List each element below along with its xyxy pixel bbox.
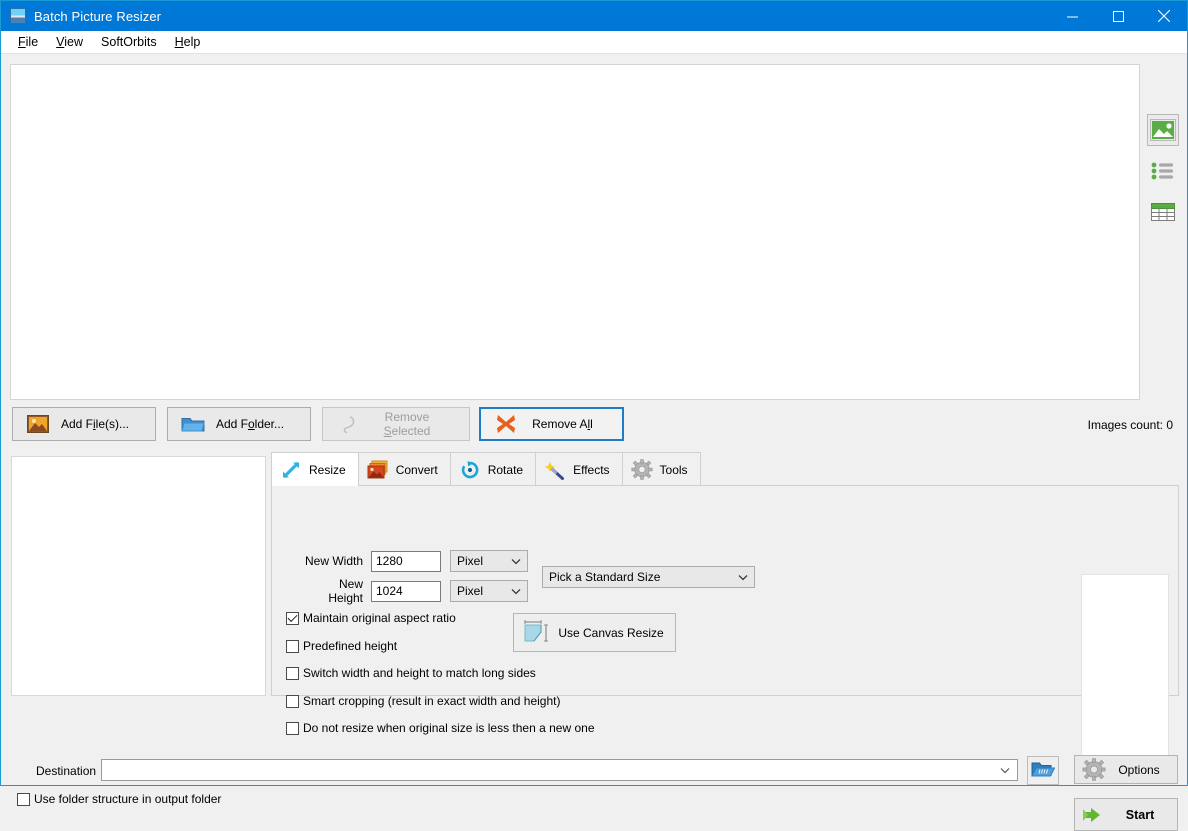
images-count-label: Images count: 0 — [1087, 418, 1173, 432]
main-body: Add File(s)... Add Folder... Remove Sele… — [1, 54, 1188, 831]
open-folder-icon — [1031, 760, 1056, 782]
standard-size-value: Pick a Standard Size — [549, 570, 661, 584]
add-folder-label: Add Folder... — [215, 417, 285, 431]
checkbox-label: Maintain original aspect ratio — [303, 611, 456, 625]
details-view-button[interactable] — [1147, 196, 1179, 228]
new-width-unit-value: Pixel — [457, 554, 484, 568]
green-arrow-icon — [1079, 805, 1111, 825]
minimize-icon[interactable] — [1049, 1, 1095, 31]
add-files-button[interactable]: Add File(s)... — [12, 407, 156, 441]
new-width-label: New Width — [304, 554, 363, 568]
chevron-down-icon — [505, 558, 527, 565]
new-height-unit-value: Pixel — [457, 584, 484, 598]
tab-resize[interactable]: Resize — [271, 452, 359, 486]
tab-convert[interactable]: Convert — [357, 452, 451, 486]
new-width-row: New Width Pixel — [301, 550, 528, 572]
checkbox-box — [286, 694, 299, 708]
checkbox-predefined-height[interactable]: Predefined height — [286, 639, 397, 653]
tab-effects[interactable]: Effects — [535, 452, 623, 486]
app-window: Batch Picture Resizer FFileile View Soft… — [0, 0, 1188, 831]
chevron-down-icon — [732, 574, 754, 581]
folder-icon — [178, 415, 208, 433]
checkbox-do-not-resize[interactable]: Do not resize when original size is less… — [286, 721, 595, 735]
new-height-unit-select[interactable]: Pixel — [450, 580, 528, 602]
convert-picture-icon — [367, 459, 389, 481]
canvas-resize-icon — [519, 619, 557, 647]
resize-arrow-icon — [280, 459, 302, 481]
view-mode-buttons — [1146, 114, 1180, 228]
menu-bar: FFileile View SoftOrbits Help — [1, 31, 1187, 54]
checkbox-label: Predefined height — [303, 639, 398, 653]
destination-combo[interactable] — [101, 759, 1018, 781]
chevron-down-icon — [505, 588, 527, 595]
gear-icon — [630, 459, 653, 481]
checkbox-box — [286, 666, 299, 680]
browse-folder-button[interactable] — [1027, 756, 1059, 785]
menu-item-view[interactable]: View — [47, 33, 92, 51]
file-toolbar: Add File(s)... Add Folder... Remove Sele… — [1, 407, 1188, 447]
start-label: Start — [1125, 807, 1155, 822]
resize-side-panel — [1081, 574, 1169, 774]
tab-rotate[interactable]: Rotate — [449, 452, 537, 486]
new-height-row: New Height Pixel — [301, 577, 528, 605]
maximize-icon[interactable] — [1095, 1, 1141, 31]
menu-item-file[interactable]: FFileile — [9, 33, 47, 51]
gear-icon — [1079, 758, 1109, 781]
checkbox-label: Switch width and height to match long si… — [303, 666, 536, 680]
tab-effects-label: Effects — [573, 462, 610, 477]
options-button[interactable]: Options — [1074, 755, 1178, 784]
checkbox-box — [17, 792, 30, 806]
app-icon — [10, 8, 26, 24]
new-height-label: New Height — [328, 577, 363, 605]
new-width-input[interactable] — [371, 550, 441, 572]
menu-item-help[interactable]: Help — [166, 33, 210, 51]
remove-all-button[interactable]: Remove All — [479, 407, 624, 441]
destination-label: Destination — [36, 764, 97, 778]
remove-selected-button: Remove Selected — [322, 407, 470, 441]
checkbox-maintain-aspect-ratio[interactable]: Maintain original aspect ratio — [286, 611, 456, 625]
tab-resize-label: Resize — [309, 462, 346, 477]
tab-tools[interactable]: Tools — [621, 452, 701, 486]
tab-strip: Resize Convert Rotate Effects Tools — [271, 452, 701, 486]
checkbox-switch-width-height[interactable]: Switch width and height to match long si… — [286, 666, 536, 680]
chevron-down-icon — [993, 767, 1017, 774]
new-width-unit-select[interactable]: Pixel — [450, 550, 528, 572]
eraser-icon — [333, 414, 363, 434]
thumbnail-view-button[interactable] — [1147, 114, 1179, 146]
magic-wand-icon — [544, 459, 566, 481]
checkbox-box — [286, 611, 299, 625]
remove-all-label: Remove All — [532, 417, 593, 431]
checkbox-use-folder-structure[interactable]: Use folder structure in output folder — [17, 792, 221, 806]
tab-tools-label: Tools — [659, 462, 688, 477]
menu-item-softorbits[interactable]: SoftOrbits — [92, 33, 166, 51]
new-height-input[interactable] — [371, 580, 441, 602]
checkbox-smart-cropping[interactable]: Smart cropping (result in exact width an… — [286, 694, 560, 708]
picture-icon — [23, 415, 53, 433]
checkbox-label: Use folder structure in output folder — [34, 792, 222, 806]
close-icon[interactable] — [1141, 1, 1187, 31]
window-title: Batch Picture Resizer — [34, 8, 162, 24]
red-x-icon — [491, 413, 521, 435]
list-view-button[interactable] — [1147, 155, 1179, 187]
checkbox-label: Smart cropping (result in exact width an… — [303, 694, 561, 708]
checkbox-box — [286, 639, 299, 653]
start-button[interactable]: Start — [1074, 798, 1178, 831]
use-canvas-resize-button[interactable]: Use Canvas Resize — [513, 613, 676, 652]
options-label: Options — [1118, 762, 1160, 777]
checkbox-box — [286, 721, 299, 735]
rotate-icon — [459, 459, 481, 481]
title-bar: Batch Picture Resizer — [1, 1, 1187, 31]
add-folder-button[interactable]: Add Folder... — [167, 407, 311, 441]
standard-size-select[interactable]: Pick a Standard Size — [542, 566, 755, 588]
add-files-label: Add File(s)... — [60, 417, 130, 431]
remove-selected-label: Remove Selected — [383, 410, 431, 438]
preview-panel — [11, 456, 266, 696]
tab-rotate-label: Rotate — [487, 462, 524, 477]
use-canvas-resize-label: Use Canvas Resize — [558, 625, 664, 640]
checkbox-label: Do not resize when original size is less… — [303, 721, 595, 735]
window-controls — [1049, 1, 1187, 31]
tab-convert-label: Convert — [395, 462, 438, 477]
file-list[interactable] — [10, 64, 1140, 400]
